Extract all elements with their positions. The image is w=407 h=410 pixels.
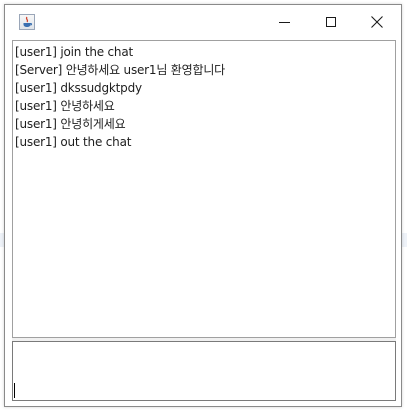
chat-message: [user1] join the chat: [15, 45, 133, 59]
close-icon: [371, 16, 383, 28]
chat-window: [user1] join the chat [Server] 안녕하세요 use…: [4, 4, 402, 407]
chat-message: [user1] dkssudgktpdy: [15, 81, 142, 95]
close-button[interactable]: [354, 5, 400, 39]
maximize-button[interactable]: [308, 5, 354, 39]
chat-message: [user1] out the chat: [15, 135, 132, 149]
maximize-icon: [326, 17, 336, 27]
java-app-icon[interactable]: [19, 14, 35, 30]
chat-message: [user1] 안녕히게세요: [15, 117, 126, 131]
minimize-icon: [279, 22, 290, 23]
chat-log[interactable]: [user1] join the chat [Server] 안녕하세요 use…: [12, 40, 396, 338]
text-caret: [14, 383, 15, 398]
title-bar[interactable]: [5, 5, 401, 39]
message-input[interactable]: [12, 341, 396, 401]
chat-message: [Server] 안녕하세요 user1님 환영합니다: [15, 63, 226, 77]
minimize-button[interactable]: [262, 5, 308, 39]
chat-message: [user1] 안녕하세요: [15, 99, 115, 113]
